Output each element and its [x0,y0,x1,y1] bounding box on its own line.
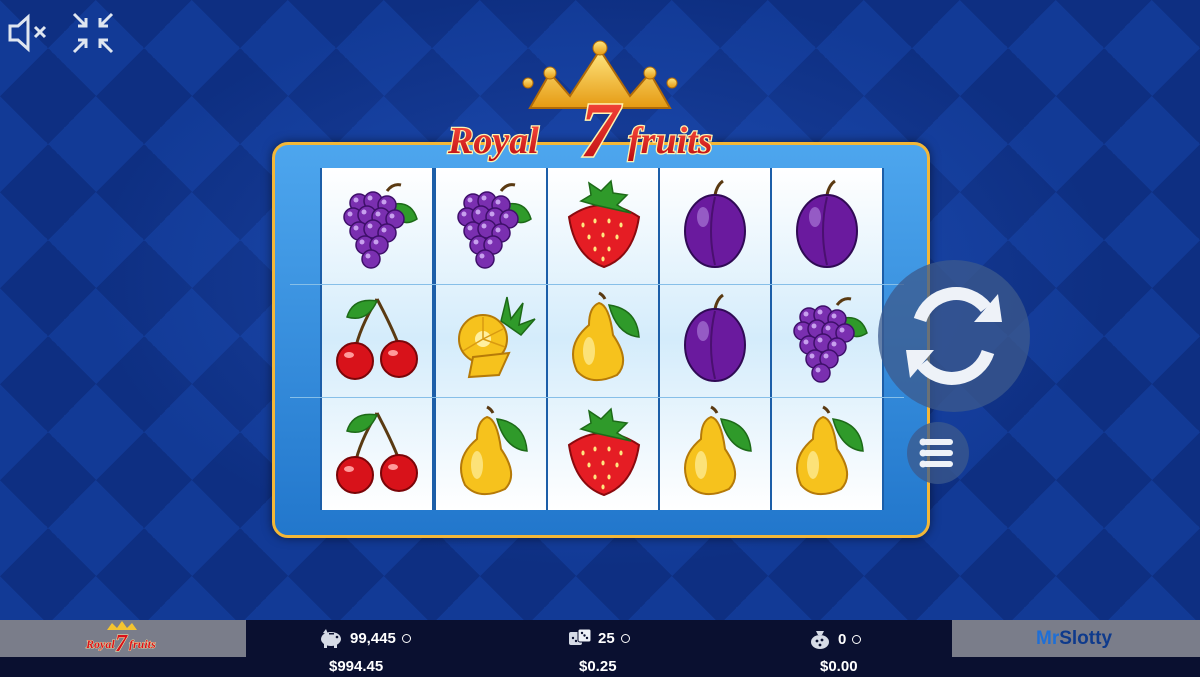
pear-icon [684,405,752,496]
game-logo: Royal 7 fruits [440,38,760,175]
symbol-cherries [322,396,432,510]
brand-mr: Mr [1036,628,1060,649]
reel-5 [770,168,884,510]
logo-title-fruits: fruits [628,120,712,162]
dice-icon [569,628,592,645]
bet-coins[interactable]: 25 [568,628,630,648]
logo-title-royal: Royal [447,120,539,162]
bet-coins-value: 25 [598,629,615,647]
balance-coins-value: 99,445 [350,629,396,647]
coin-bag-icon [811,631,829,649]
symbol-strawberry [548,396,658,510]
symbol-cherries [322,282,432,396]
spin-arrows-icon [906,287,1002,385]
payline-divider [290,284,904,285]
symbol-pear [548,282,658,396]
svg-text:Royal: Royal [85,637,115,651]
brand-panel: MrSlotty [952,620,1200,657]
strawberry-icon [567,407,641,497]
cherries-icon [336,298,418,380]
symbol-grapes [322,168,432,282]
bet-money-value: $0.25 [579,658,617,675]
strawberry-icon [567,179,641,269]
symbol-pear [772,396,882,510]
symbol-strawberry [548,168,658,282]
pear-icon [572,291,640,382]
grapes-icon [457,183,532,269]
symbol-plum [660,282,770,396]
win-money-value: $0.00 [820,658,858,675]
mini-logo: Royal 7 fruits [85,621,156,658]
plum-icon [684,179,746,268]
logo-title-seven: 7 [580,86,622,168]
status-bar: Royal 7 fruits MrSlotty 99,445 $994.45 2 [0,620,1200,677]
brand-name: MrSlotty [1036,628,1112,650]
exit-fullscreen-icon[interactable] [70,10,116,56]
win-coins: 0 [808,628,862,650]
hamburger-menu-icon [919,438,953,468]
symbol-grapes [436,168,546,282]
plum-icon [684,293,746,382]
coins-clock-icon[interactable] [401,633,411,643]
pineapple-icon [458,296,536,379]
balance-coins: 99,445 [318,628,411,648]
spin-button[interactable] [878,260,1030,412]
symbol-pear [436,396,546,510]
symbol-plum [772,168,882,282]
speaker-muted-icon[interactable] [6,10,52,56]
symbol-pear [660,396,770,510]
svg-text:7: 7 [115,631,128,657]
mini-logo-panel: Royal 7 fruits [0,620,246,658]
symbol-grapes [772,282,882,396]
svg-text:fruits: fruits [129,637,156,651]
reel-2 [434,168,548,510]
balance-money-value: $994.45 [329,658,384,675]
menu-button[interactable] [907,422,969,484]
reel-3 [546,168,660,510]
grapes-icon [793,297,868,383]
pear-icon [460,405,528,496]
reels-area [318,168,884,510]
reel-4 [658,168,772,510]
grapes-icon [343,183,418,269]
bet-clock-icon[interactable] [620,633,630,643]
brand-slotty: Slotty [1059,628,1113,649]
payline-divider [290,397,904,398]
win-clock-icon[interactable] [852,634,862,644]
win-coins-value: 0 [838,630,847,648]
symbol-pineapple [436,282,546,396]
reel-1 [320,168,434,510]
piggy-bank-icon [321,629,341,648]
cherries-icon [336,412,418,494]
plum-icon [796,179,858,268]
symbol-plum [660,168,770,282]
pear-icon [796,405,864,496]
